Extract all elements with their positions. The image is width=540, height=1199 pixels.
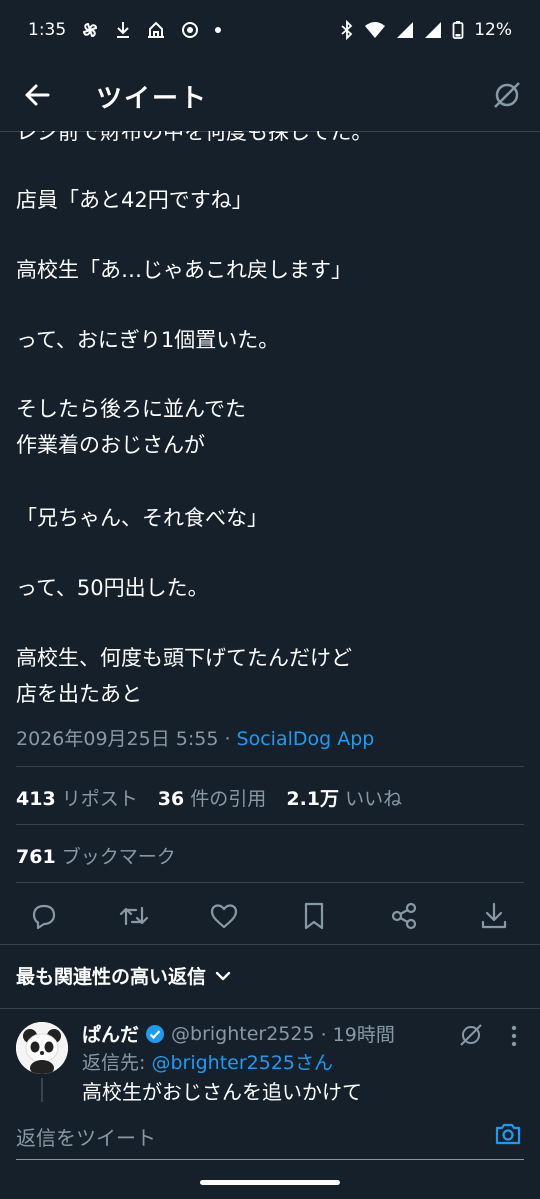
reply-composer: 返信をツイート — [0, 1102, 540, 1162]
sort-label: 最も関連性の高い返信 — [16, 966, 207, 988]
reply-item[interactable]: ぱんだ @brighter2525 · 19時間 返信先: @brighter2… — [0, 1010, 540, 1102]
actions-divider — [0, 944, 540, 945]
quotes-stat[interactable]: 36 件の引用 — [158, 788, 267, 810]
status-time: 1:35 — [28, 20, 67, 40]
meta-separator: · — [218, 728, 237, 750]
reply-text: 高校生がおじさんを追いかけて — [82, 1080, 362, 1102]
wifi-icon — [365, 22, 386, 38]
tweet-line: 高校生、何度も頭下げてたんだけど — [16, 646, 352, 670]
camera-icon[interactable] — [494, 1120, 522, 1148]
reply-author-name[interactable]: ぱんだ — [82, 1020, 139, 1047]
reply-to-link[interactable]: @brighter2525さん — [151, 1052, 333, 1074]
meta-divider — [16, 766, 524, 767]
avatar[interactable] — [16, 1022, 68, 1074]
tweet-line: 高校生「あ…じゃあこれ戻します」 — [16, 258, 352, 282]
likes-count: 2.1万 — [286, 788, 340, 810]
retweets-label: リポスト — [61, 788, 138, 810]
tweet-source-link[interactable]: SocialDog App — [237, 728, 375, 750]
rss-disabled-icon[interactable] — [490, 78, 524, 112]
sort-divider — [0, 1008, 540, 1009]
reply-header: ぱんだ @brighter2525 · 19時間 — [82, 1020, 395, 1047]
house-icon — [148, 21, 165, 38]
reply-sort-selector[interactable]: 最も関連性の高い返信 — [16, 962, 232, 989]
app-bar: ツイート — [0, 62, 540, 130]
reply-input[interactable]: 返信をツイート — [16, 1110, 524, 1160]
bluetooth-icon — [341, 20, 353, 40]
pinwheel-icon — [83, 22, 98, 38]
tweet-timestamp[interactable]: 2026年09月25日 5:55 — [16, 728, 218, 750]
tweet-line: そしたら後ろに並んでた — [16, 397, 246, 421]
bookmarks-label: ブックマーク — [61, 846, 176, 868]
tweet-body: レジ前で財布の中を何度も探してた。 店員「あと42円ですね」 高校生「あ…じゃあ… — [0, 131, 540, 721]
panda-avatar-icon — [16, 1022, 68, 1074]
tweet-line: って、おにぎり1個置いた。 — [16, 328, 280, 352]
tweet-line: 店員「あと42円ですね」 — [16, 188, 253, 212]
tweet-line: 店を出たあと — [16, 682, 142, 706]
system-icons: 12% — [340, 20, 512, 40]
gesture-nav-handle[interactable] — [200, 1180, 340, 1185]
signal-icon — [397, 22, 414, 38]
bookmark-icon[interactable] — [298, 900, 330, 932]
stats-divider — [16, 824, 524, 825]
dot-icon — [215, 27, 222, 33]
chevron-down-icon — [215, 971, 231, 980]
reply-icon[interactable] — [28, 900, 60, 932]
tweet-line: 作業着のおじさんが — [16, 433, 205, 457]
reply-to: 返信先: @brighter2525さん — [82, 1048, 333, 1075]
rss-disabled-icon[interactable] — [458, 1022, 484, 1048]
tweet-meta: 2026年09月25日 5:55 · SocialDog App — [16, 724, 374, 751]
reply-time: · 19時間 — [320, 1024, 395, 1046]
likes-stat[interactable]: 2.1万 いいね — [286, 788, 402, 810]
reply-placeholder: 返信をツイート — [16, 1126, 156, 1150]
status-bar: 1:35 12% — [0, 0, 540, 60]
share-icon[interactable] — [388, 900, 420, 932]
page-title: ツイート — [96, 84, 209, 114]
tweet-line: 「兄ちゃん、それ食べな」 — [16, 506, 268, 530]
bookmarks-stat[interactable]: 761 ブックマーク — [16, 842, 176, 869]
back-arrow-icon[interactable] — [20, 78, 54, 112]
signal-2-icon — [425, 22, 442, 38]
tweet-stats: 413 リポスト 36 件の引用 2.1万 いいね — [16, 784, 416, 811]
retweet-icon[interactable] — [118, 900, 150, 932]
tweet-line: レジ前で財布の中を何度も探してた。 — [16, 131, 373, 144]
battery-icon — [452, 21, 464, 39]
thread-line — [41, 1078, 43, 1102]
reply-to-prefix: 返信先: — [82, 1052, 152, 1074]
like-icon[interactable] — [208, 900, 240, 932]
target-icon — [182, 22, 199, 38]
quotes-count: 36 — [157, 788, 185, 810]
tweet-line: って、50円出した。 — [16, 576, 209, 600]
battery-percent: 12% — [474, 20, 512, 40]
retweets-stat[interactable]: 413 リポスト — [16, 788, 138, 810]
more-vertical-icon[interactable] — [508, 1024, 520, 1048]
download-icon[interactable] — [478, 900, 510, 932]
bookmarks-count: 761 — [16, 846, 56, 868]
action-bar — [0, 894, 540, 938]
verified-badge-icon — [146, 1024, 165, 1043]
bookmarks-divider — [16, 882, 524, 883]
retweets-count: 413 — [16, 788, 56, 810]
download-status-icon — [117, 22, 130, 38]
notification-icons — [80, 20, 222, 40]
quotes-label: 件の引用 — [190, 788, 267, 810]
likes-label: いいね — [345, 788, 403, 810]
reply-author-handle[interactable]: @brighter2525 — [171, 1023, 315, 1045]
